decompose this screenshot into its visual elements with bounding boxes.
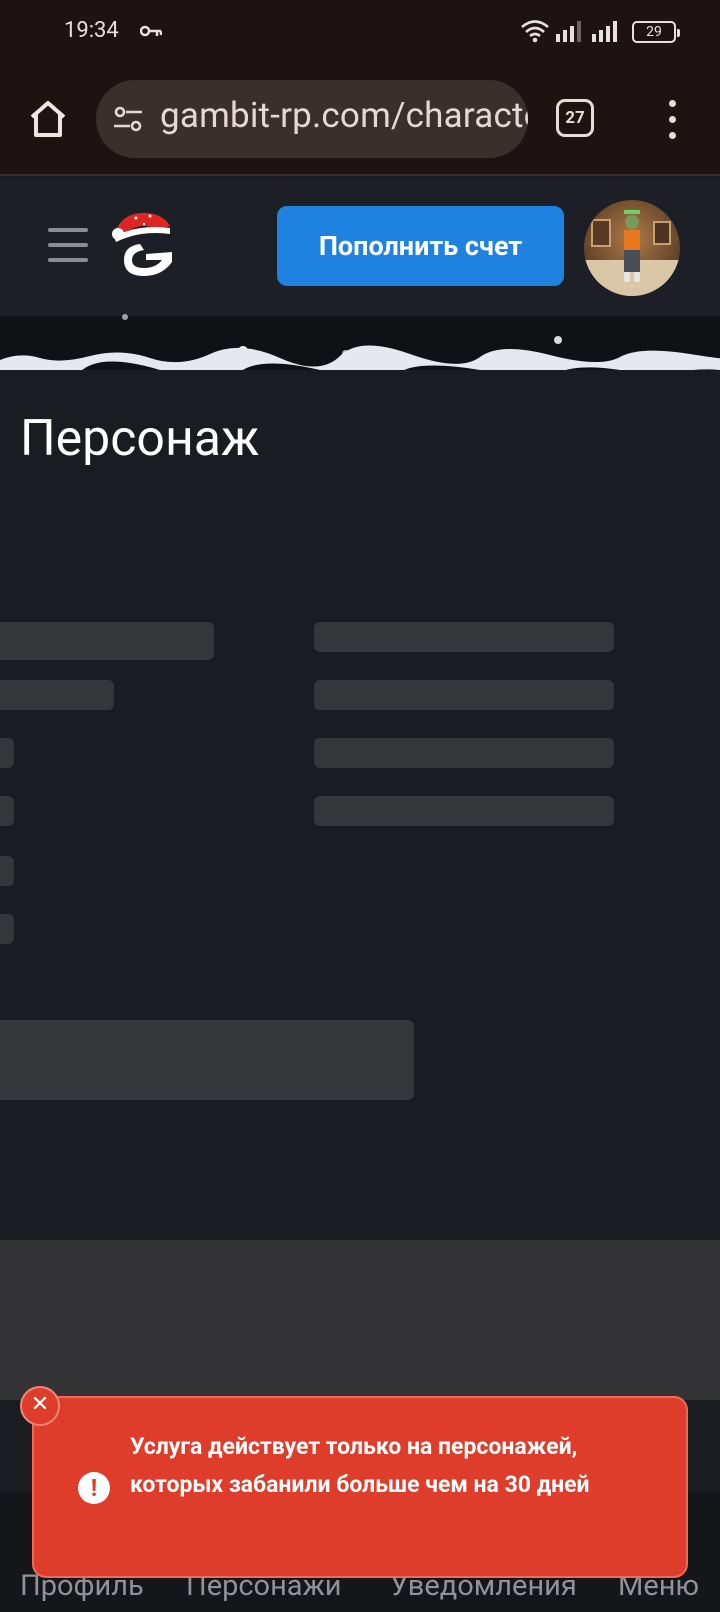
close-icon[interactable]: ✕: [20, 1386, 60, 1426]
skeleton-line: [0, 680, 114, 710]
address-bar[interactable]: gambit-rp.com/characters: [96, 80, 528, 158]
site-header: Пополнить счет: [0, 178, 720, 316]
more-options-icon[interactable]: [664, 98, 680, 142]
tabs-button[interactable]: 27: [556, 99, 594, 137]
status-bar: 19:34 29: [0, 0, 720, 62]
skeleton-button: [0, 1020, 414, 1100]
topup-button[interactable]: Пополнить счет: [277, 206, 564, 286]
skeleton-footer-block: [0, 1240, 720, 1400]
exclamation-icon: !: [78, 1472, 110, 1504]
skeleton-line: [314, 796, 614, 826]
vpn-key-icon: [140, 25, 162, 37]
gambit-logo[interactable]: [110, 204, 180, 284]
skeleton-line: [314, 680, 614, 710]
skeleton-line: [0, 796, 14, 826]
site-settings-icon[interactable]: [112, 104, 144, 134]
skeleton-line: [0, 856, 14, 886]
decorative-snow-band: [0, 314, 720, 376]
skeleton-line: [0, 622, 214, 660]
page-title: Персонаж: [20, 410, 260, 468]
main-content: Персонаж: [0, 370, 720, 1240]
wifi-icon: [521, 20, 549, 43]
skeleton-line: [314, 622, 614, 652]
avatar-image: [584, 210, 680, 296]
skeleton-line: [0, 914, 14, 944]
skeleton-line: [0, 738, 14, 768]
error-toast[interactable]: ! Услуга действует только на персонажей,…: [32, 1396, 688, 1578]
url-text: gambit-rp.com/characters: [160, 95, 528, 136]
toast-message: Услуга действует только на персонажей, к…: [130, 1433, 590, 1498]
clock: 19:34: [64, 18, 119, 43]
battery-indicator: 29: [632, 21, 680, 43]
snow-edge: [0, 345, 720, 376]
signal-icon: [592, 21, 617, 42]
browser-toolbar: gambit-rp.com/characters 27: [0, 62, 720, 176]
user-avatar[interactable]: [584, 200, 680, 296]
hamburger-menu-icon[interactable]: [48, 226, 88, 264]
home-icon[interactable]: [26, 97, 70, 141]
skeleton-line: [314, 738, 614, 768]
signal-icon: [556, 21, 581, 42]
